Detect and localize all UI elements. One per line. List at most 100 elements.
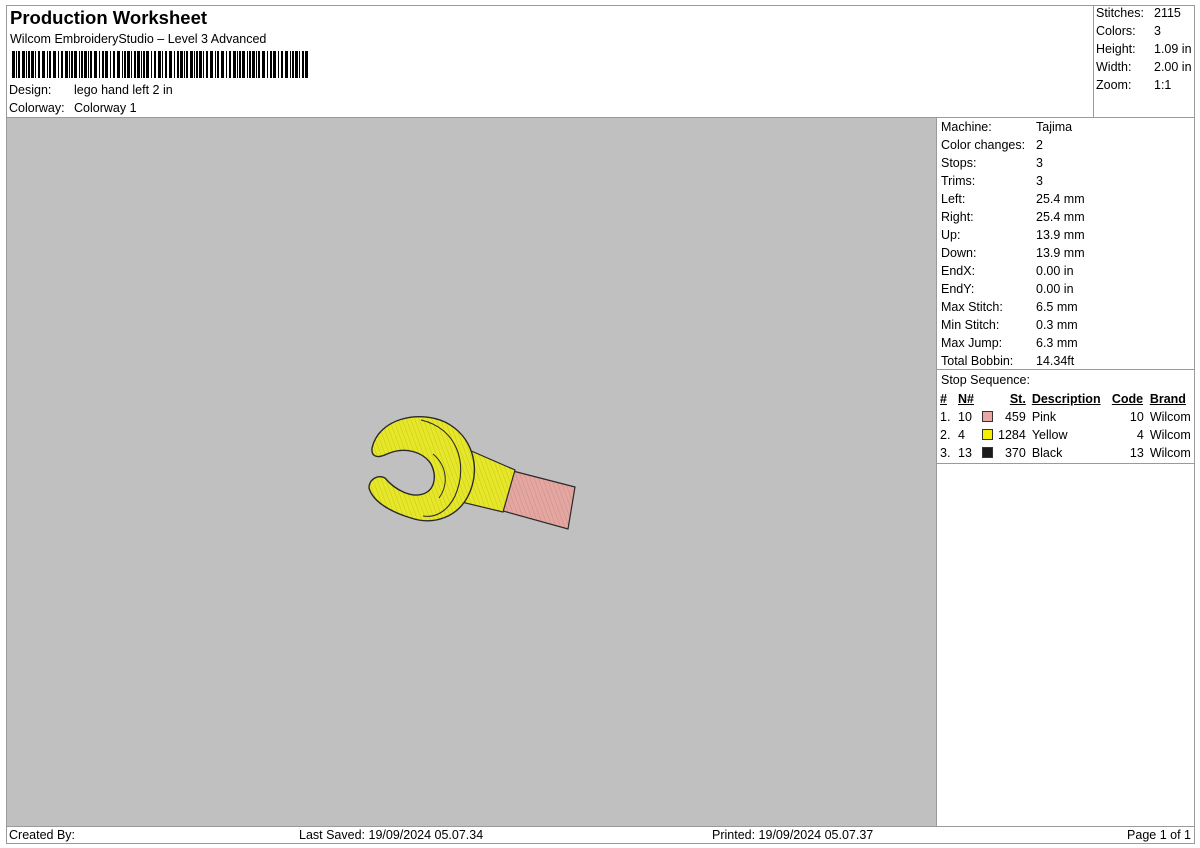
machine-row: Right: 25.4 mm — [941, 210, 1085, 228]
row-brand: Wilcom — [1149, 428, 1191, 442]
barcode-bar — [239, 51, 241, 78]
color-swatch — [982, 411, 993, 422]
barcode-bar — [113, 51, 115, 78]
barcode-bar — [16, 51, 17, 78]
stat-width: Width: 2.00 in — [1096, 60, 1192, 74]
row-description: Yellow — [1031, 428, 1068, 442]
color-swatch — [982, 447, 993, 458]
yellow-hand-shape — [368, 415, 476, 522]
barcode-bar — [229, 51, 231, 78]
row-num: 1. — [940, 410, 951, 424]
barcode-bar — [290, 51, 291, 78]
machine-row-value: 6.3 mm — [1036, 336, 1078, 350]
barcode-bar — [177, 51, 179, 78]
barcode-bar — [146, 51, 149, 78]
barcode-bar — [18, 51, 20, 78]
stat-stitches: Stitches: 2115 — [1096, 6, 1181, 20]
page-title: Production Worksheet — [10, 7, 208, 28]
row-code: 10 — [1129, 410, 1144, 424]
printed-date: Printed: 19/09/2024 05.07.37 — [712, 828, 874, 842]
machine-row-value: 3 — [1036, 156, 1043, 170]
col-brand: Brand — [1149, 392, 1186, 406]
col-swatch — [982, 390, 998, 408]
machine-row: EndY: 0.00 in — [941, 282, 1074, 300]
software-name: Wilcom EmbroideryStudio – Level 3 Advanc… — [10, 32, 267, 46]
barcode-bar — [242, 51, 245, 78]
barcode-bar — [305, 51, 308, 78]
barcode-bar — [256, 51, 257, 78]
machine-row: EndX: 0.00 in — [941, 264, 1074, 282]
design-row: Design: lego hand left 2 in — [9, 83, 173, 97]
barcode-bar — [174, 51, 175, 78]
page-number: Page 1 of 1 — [1127, 828, 1191, 842]
stat-zoom: Zoom: 1:1 — [1096, 78, 1172, 92]
design-preview — [368, 415, 576, 530]
machine-row: Min Stitch: 0.3 mm — [941, 318, 1078, 336]
machine-row-value: 6.5 mm — [1036, 300, 1078, 314]
barcode-bar — [292, 51, 294, 78]
machine-row: Down: 13.9 mm — [941, 246, 1085, 264]
barcode-bar — [22, 51, 25, 78]
barcode-bar — [110, 51, 111, 78]
barcode-bar — [302, 51, 304, 78]
barcode-bar — [217, 51, 219, 78]
machine-row-value: 14.34ft — [1036, 354, 1075, 368]
machine-row-label: Left: — [941, 192, 966, 206]
row-description: Black — [1031, 446, 1063, 460]
machine-row-label: Stops: — [941, 156, 977, 170]
machine-row: Color changes: 2 — [941, 138, 1043, 156]
barcode-bar — [12, 51, 15, 78]
barcode-bar — [190, 51, 193, 78]
row-num: 2. — [940, 428, 951, 442]
barcode-bar — [31, 51, 34, 78]
row-needle: 4 — [958, 428, 965, 442]
col-num: # — [940, 392, 947, 406]
barcode-bar — [249, 51, 251, 78]
barcode-bar — [267, 51, 268, 78]
design-canvas[interactable] — [7, 118, 937, 826]
machine-row: Stops: 3 — [941, 156, 1043, 174]
barcode-bar — [38, 51, 40, 78]
row-swatch — [982, 408, 998, 426]
machine-row-label: Up: — [941, 228, 961, 242]
barcode-bar — [270, 51, 272, 78]
col-stitches: St. — [1009, 392, 1026, 406]
barcode-bar — [69, 51, 70, 78]
colorway-row: Colorway: Colorway 1 — [9, 101, 137, 115]
barcode-bar — [233, 51, 236, 78]
machine-row-value: 13.9 mm — [1036, 246, 1085, 260]
worksheet-header: Production Worksheet Wilcom EmbroiderySt… — [7, 6, 1094, 118]
machine-row-value: Tajima — [1036, 120, 1073, 134]
barcode-bar — [199, 51, 202, 78]
barcode-bar — [206, 51, 208, 78]
barcode-bar — [137, 51, 140, 78]
machine-row-label: Machine: — [941, 120, 992, 134]
machine-row-label: Total Bobbin: — [941, 354, 1014, 368]
col-code: Code — [1111, 392, 1144, 406]
barcode-bar — [99, 51, 100, 78]
last-saved: Last Saved: 19/09/2024 05.07.34 — [299, 828, 484, 842]
machine-row-label: Max Stitch: — [941, 300, 1003, 314]
machine-row-label: Trims: — [941, 174, 976, 188]
row-num: 3. — [940, 446, 951, 460]
design-label: Design: — [9, 83, 52, 97]
col-description: Description — [1031, 392, 1101, 406]
barcode-bar — [226, 51, 227, 78]
barcode-bar — [194, 51, 195, 78]
barcode-bar — [196, 51, 198, 78]
worksheet-footer: Created By: Last Saved: 19/09/2024 05.07… — [7, 826, 1194, 843]
barcode-bar — [285, 51, 288, 78]
barcode-bar — [203, 51, 204, 78]
barcode-bar — [28, 51, 30, 78]
barcode-bar — [299, 51, 300, 78]
row-needle: 10 — [958, 410, 972, 424]
barcode-bar — [252, 51, 255, 78]
barcode-bar — [134, 51, 136, 78]
barcode-bar — [278, 51, 279, 78]
barcode-bar — [186, 51, 188, 78]
row-brand: Wilcom — [1149, 410, 1191, 424]
machine-row: Up: 13.9 mm — [941, 228, 1085, 246]
machine-row-label: Max Jump: — [941, 336, 1003, 350]
barcode-bar — [158, 51, 161, 78]
barcode-bar — [237, 51, 238, 78]
